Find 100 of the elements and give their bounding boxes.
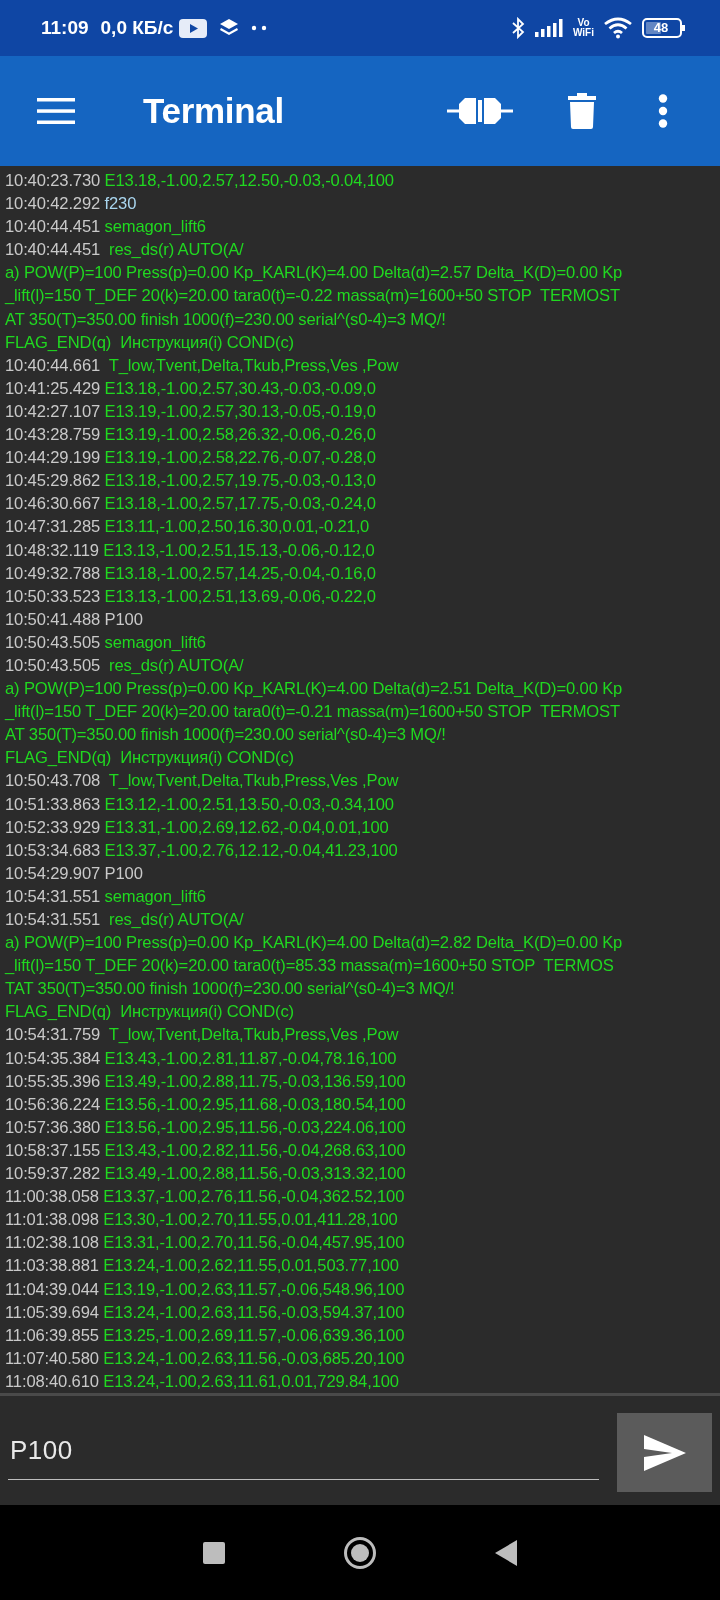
timestamp: 11:08:40.610	[5, 1371, 99, 1391]
signal-icon	[535, 19, 563, 37]
timestamp: 10:40:44.451	[5, 240, 101, 260]
log-message: semagon_lift6	[104, 632, 206, 652]
log-message: T_low,Tvent,Delta,Tkub,Press,Ves ,Pow	[107, 1025, 399, 1045]
log-message: E13.13,-1.00,2.51,15.13,-0.06,-0.12,0	[103, 540, 375, 560]
timestamp: 11:04:39.044	[5, 1279, 99, 1299]
timestamp: 10:54:35.384	[5, 1048, 101, 1068]
log-message: _lift(l)=150 T_DEF 20(k)=20.00 tara0(t)=-0.21 massa(m)=1600+50 STOP TERMOST	[5, 702, 620, 722]
timestamp: 10:50:41.488	[5, 609, 101, 629]
timestamp: 10:45:29.862	[5, 471, 101, 491]
more-icon	[658, 94, 668, 128]
log-message: E13.19,-1.00,2.57,30.13,-0.05,-0.19,0	[104, 401, 376, 421]
timestamp: 10:40:44.661	[5, 355, 101, 375]
log-message: a) POW(P)=100 Press(p)=0.00 Kp_KARL(K)=4.00 Delta(d)=2.51 Delta_K(D)=0.00 Kp	[5, 679, 623, 699]
timestamp: 10:50:43.505	[5, 632, 101, 652]
log-message: E13.12,-1.00,2.51,13.50,-0.03,-0.34,100	[104, 794, 394, 814]
timestamp: 10:59:37.282	[5, 1164, 101, 1184]
log-message: E13.19,-1.00,2.58,22.76,-0.07,-0.28,0	[104, 448, 376, 468]
log-message: E13.24,-1.00,2.63,11.56,-0.03,685.20,100	[103, 1348, 405, 1368]
log-message: E13.24,-1.00,2.63,11.61,0.01,729.84,100	[103, 1371, 399, 1391]
log-message: E13.31,-1.00,2.69,12.62,-0.04,0.01,100	[104, 817, 389, 837]
log-message: E13.37,-1.00,2.76,11.56,-0.04,362.52,100	[103, 1187, 405, 1207]
timestamp: 10:50:43.708	[5, 771, 101, 791]
timestamp: 10:44:29.199	[5, 448, 101, 468]
log-message: E13.19,-1.00,2.63,11.57,-0.06,548.96,100	[103, 1279, 405, 1299]
log-message: E13.37,-1.00,2.76,12.12,-0.04,41.23,100	[104, 840, 398, 860]
log-message: T_low,Tvent,Delta,Tkub,Press,Ves ,Pow	[107, 355, 399, 375]
log-message: E13.18,-1.00,2.57,30.43,-0.03,-0.09,0	[104, 378, 376, 398]
timestamp: 10:57:36.380	[5, 1117, 101, 1137]
delete-button[interactable]	[568, 93, 596, 129]
log-message: f230	[104, 194, 137, 214]
timestamp: 10:50:33.523	[5, 586, 101, 606]
timestamp: 11:05:39.694	[5, 1302, 99, 1322]
timestamp: 10:47:31.285	[5, 517, 101, 537]
dots-icon	[251, 25, 268, 31]
log-message: AT 350(T)=350.00 finish 1000(f)=230.00 serial^(s0-4)=3 MQ/!	[5, 309, 446, 329]
timestamp: 11:01:38.098	[5, 1210, 99, 1230]
plug-icon	[447, 96, 513, 126]
log-message: P100	[104, 863, 143, 883]
timestamp: 10:58:37.155	[5, 1140, 101, 1160]
more-button[interactable]	[658, 94, 668, 128]
log-message: E13.56,-1.00,2.95,11.68,-0.03,180.54,100	[104, 1094, 406, 1114]
log-message: a) POW(P)=100 Press(p)=0.00 Kp_KARL(K)=4.00 Delta(d)=2.82 Delta_K(D)=0.00 Kp	[5, 933, 623, 953]
timestamp: 10:40:23.730	[5, 171, 101, 190]
log-message: res_ds(r) AUTO(A/	[108, 655, 244, 675]
log-message: a) POW(P)=100 Press(p)=0.00 Kp_KARL(K)=4.00 Delta(d)=2.57 Delta_K(D)=0.00 Kp	[5, 263, 623, 283]
triangle-icon	[495, 1539, 517, 1566]
log-message: E13.56,-1.00,2.95,11.56,-0.03,224.06,100	[104, 1117, 406, 1137]
timestamp: 10:42:27.107	[5, 401, 101, 421]
log-message: E13.30,-1.00,2.70,11.55,0.01,411.28,100	[103, 1210, 398, 1230]
timestamp: 10:46:30.667	[5, 494, 101, 514]
clock-time: 11:09	[41, 17, 89, 39]
timestamp: 10:48:32.119	[5, 540, 99, 560]
log-message: FLAG_END(q) Инструкция(i) COND(c)	[5, 332, 294, 352]
timestamp: 10:54:29.907	[5, 863, 101, 883]
log-message: E13.18,-1.00,2.57,19.75,-0.03,-0.13,0	[104, 471, 376, 491]
log-message: E13.49,-1.00,2.88,11.56,-0.03,313.32,100	[104, 1164, 406, 1184]
square-icon	[203, 1541, 225, 1564]
log-message: T_low,Tvent,Delta,Tkub,Press,Ves ,Pow	[107, 771, 399, 791]
timestamp: 10:54:31.551	[5, 910, 101, 929]
log-message: E13.25,-1.00,2.69,11.57,-0.06,639.36,100	[103, 1325, 405, 1345]
log-message: P100	[104, 609, 143, 629]
timestamp: 10:53:34.683	[5, 840, 101, 860]
menu-button[interactable]	[37, 97, 75, 125]
send-button[interactable]	[617, 1413, 712, 1492]
timestamp: 10:51:33.863	[5, 794, 101, 814]
timestamp: 10:55:35.396	[5, 1071, 101, 1091]
message-field[interactable]: P100	[8, 1435, 599, 1480]
log-message: E13.18,-1.00,2.57,14.25,-0.04,-0.16,0	[104, 563, 376, 583]
log-message: res_ds(r) AUTO(A/	[108, 240, 244, 260]
wifi-icon	[604, 17, 632, 39]
log-message: FLAG_END(q) Инструкция(i) COND(c)	[5, 1002, 294, 1022]
log-message: E13.13,-1.00,2.51,13.69,-0.06,-0.22,0	[104, 586, 376, 606]
play-icon	[179, 18, 208, 38]
battery-indicator: 48	[642, 18, 686, 38]
network-speed: 0,0 КБ/с	[100, 17, 174, 39]
log-message: E13.19,-1.00,2.58,26.32,-0.06,-0.26,0	[104, 425, 376, 445]
send-icon	[643, 1434, 686, 1471]
volte-indicator: Vo WiFi	[573, 18, 594, 38]
timestamp: 11:06:39.855	[5, 1325, 99, 1345]
log-message: res_ds(r) AUTO(A/	[108, 910, 244, 929]
log-message: _lift(l)=150 T_DEF 20(k)=20.00 tara0(t)=85.33 massa(m)=1600+50 STOP TERMOS	[5, 956, 614, 976]
log-message: semagon_lift6	[104, 217, 206, 237]
log-message: E13.49,-1.00,2.88,11.75,-0.03,136.59,100	[104, 1071, 406, 1091]
log-message: E13.31,-1.00,2.70,11.56,-0.04,457.95,100	[103, 1233, 405, 1253]
timestamp: 10:40:44.451	[5, 217, 101, 237]
timestamp: 11:00:38.058	[5, 1187, 99, 1207]
connect-button[interactable]	[447, 96, 513, 126]
trash-icon	[568, 93, 596, 129]
log-message: semagon_lift6	[104, 886, 206, 906]
timestamp: 10:52:33.929	[5, 817, 101, 837]
timestamp: 10:49:32.788	[5, 563, 101, 583]
log-message: TAT 350(T)=350.00 finish 1000(f)=230.00 serial^(s0-4)=3 MQ/!	[5, 979, 455, 999]
timestamp: 10:50:43.505	[5, 655, 101, 675]
timestamp: 10:43:28.759	[5, 425, 101, 445]
log-message: _lift(l)=150 T_DEF 20(k)=20.00 tara0(t)=-0.22 massa(m)=1600+50 STOP TERMOST	[5, 286, 620, 306]
log-message: E13.18,-1.00,2.57,17.75,-0.03,-0.24,0	[104, 494, 376, 514]
timestamp: 10:56:36.224	[5, 1094, 101, 1114]
timestamp: 10:54:31.759	[5, 1025, 101, 1045]
